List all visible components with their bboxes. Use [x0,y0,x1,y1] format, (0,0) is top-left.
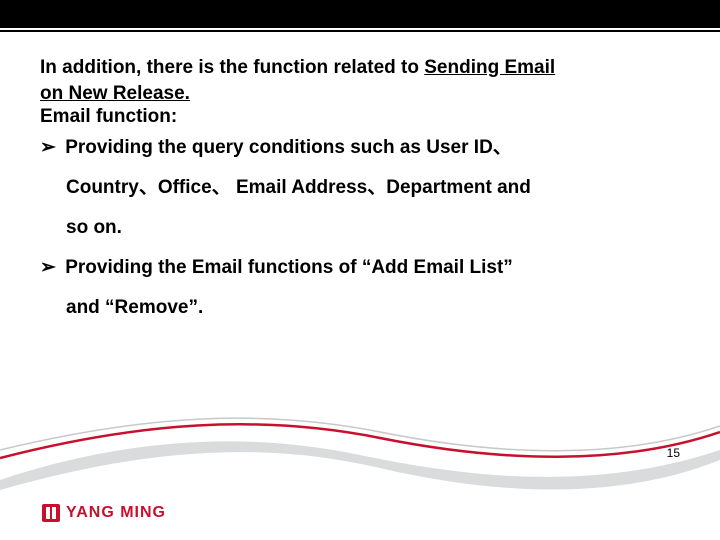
bullet-marker-icon: ➢ [40,128,56,168]
intro-underlined-part1: Sending Email [424,57,555,78]
swoosh-background [0,420,720,540]
top-divider-line [0,30,720,32]
bullet-2-line-1: Providing the Email functions of “Add Em… [65,257,513,278]
brand-logo-text: YANG MING [66,504,166,522]
page-number: 15 [667,446,680,460]
intro-prefix: In addition, there is the function relat… [40,57,424,78]
section-title: Email function: [40,106,680,128]
bullet-marker-icon: ➢ [40,248,56,288]
bullet-item-1: ➢ Providing the query conditions such as… [40,128,680,248]
content-area: In addition, there is the function relat… [40,55,680,328]
bullet-1-line-3: so on. [40,208,680,248]
intro-paragraph: In addition, there is the function relat… [40,55,680,106]
top-black-bar [0,0,720,28]
intro-underlined-part2: on New Release. [40,83,190,104]
swoosh-accent-line [0,410,720,470]
bullet-1-line-1: Providing the query conditions such as U… [65,137,512,158]
bullet-1-line-2: Country、Office、 Email Address、Department… [40,168,680,208]
slide: In addition, there is the function relat… [0,0,720,540]
brand-logo-icon [42,504,60,522]
bullet-2-line-2: and “Remove”. [40,288,680,328]
bullet-item-2: ➢ Providing the Email functions of “Add … [40,248,680,328]
brand-logo: YANG MING [42,504,166,522]
